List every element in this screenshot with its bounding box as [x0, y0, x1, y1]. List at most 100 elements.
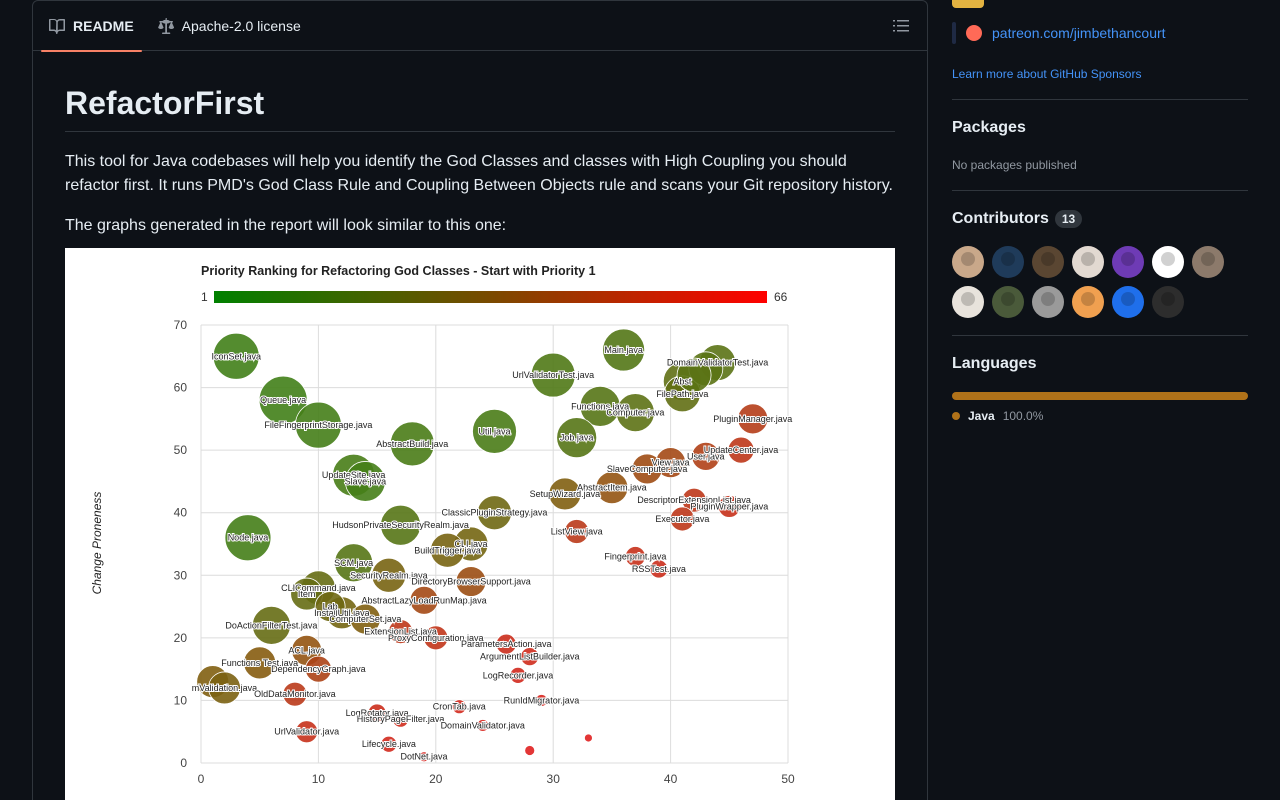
bubble-label: Node.java: [228, 533, 269, 543]
bubble-label: DomainValidator.java: [441, 720, 525, 730]
bubble-label: PluginWrapper.java: [690, 501, 768, 511]
packages-title: Packages: [952, 119, 1026, 136]
divider: [952, 335, 1248, 336]
packages-empty-text: No packages published: [952, 158, 1077, 172]
avatar-face: [1121, 292, 1135, 306]
bubble-label: Lab: [323, 602, 338, 612]
contributor-avatar[interactable]: [1152, 246, 1184, 278]
bubble-label: CLICommand.java: [281, 583, 356, 593]
bubble[interactable]: [524, 745, 536, 756]
x-tick-label: 20: [429, 772, 443, 786]
y-axis-label: Change Proneness: [90, 492, 104, 595]
bubble-label: Slave.java: [345, 476, 387, 486]
readme-title: RefactorFirst: [65, 83, 895, 132]
packages-heading[interactable]: Packages: [952, 119, 1026, 137]
bubble-label: Computer.java: [606, 408, 664, 418]
patreon-link[interactable]: patreon.com/jimbethancourt: [992, 25, 1166, 41]
contributors-avatars: [952, 246, 1248, 318]
bubble-label: DoActionFilterTest.java: [225, 620, 317, 630]
y-tick-label: 30: [174, 568, 188, 582]
bubble-label: UpdateCenter.java: [704, 445, 779, 455]
contributor-avatar[interactable]: [1112, 246, 1144, 278]
bubble-label: Main.java: [604, 345, 643, 355]
bubble-label: LogRecorder.java: [483, 670, 554, 680]
languages-heading: Languages: [952, 355, 1036, 373]
contributor-avatar[interactable]: [952, 246, 984, 278]
avatar-face: [961, 252, 975, 266]
bubble-label: mValidation.java: [192, 683, 257, 693]
bubble-label: Item: [298, 589, 316, 599]
colorbar-min-label: 1: [201, 290, 208, 304]
x-tick-label: 30: [547, 772, 561, 786]
patreon-icon: [966, 25, 982, 41]
language-item-java[interactable]: Java 100.0%: [952, 409, 1043, 423]
x-tick-label: 50: [781, 772, 795, 786]
contributors-title: Contributors: [952, 210, 1049, 227]
languages-title: Languages: [952, 355, 1037, 372]
outline-button[interactable]: [891, 16, 911, 36]
bubble-label: Abst: [673, 376, 692, 386]
bubble-circle: [524, 745, 536, 756]
readme-body: RefactorFirst This tool for Java codebas…: [33, 51, 927, 800]
bubble-label: DotNet.java: [401, 752, 448, 762]
page: README Apache-2.0 license RefactorFirst …: [0, 0, 1280, 800]
y-tick-label: 40: [174, 506, 188, 520]
tab-license[interactable]: Apache-2.0 license: [150, 1, 309, 51]
y-tick-label: 10: [174, 693, 188, 707]
x-tick-label: 0: [198, 772, 205, 786]
sponsor-badge: [952, 0, 984, 8]
contributor-avatar[interactable]: [992, 246, 1024, 278]
contributor-avatar[interactable]: [1072, 246, 1104, 278]
bubble-circle: [584, 733, 593, 743]
bubble-label: ListView.java: [551, 526, 603, 536]
contributor-avatar[interactable]: [992, 286, 1024, 318]
contributor-avatar[interactable]: [1112, 286, 1144, 318]
avatar-face: [1201, 252, 1215, 266]
avatar-face: [961, 292, 975, 306]
contributor-avatar[interactable]: [952, 286, 984, 318]
bubble-label: HistoryPageFilter.java: [357, 714, 445, 724]
bubble-label: ClassicPluginStrategy.java: [442, 508, 548, 518]
bubble-label: DomainValidatorTest.java: [667, 358, 768, 368]
chart-svg: Priority Ranking for Refactoring God Cla…: [90, 264, 795, 786]
tab-readme[interactable]: README: [41, 1, 142, 52]
sponsor-bar: [952, 22, 956, 44]
language-name: Java: [968, 409, 995, 423]
avatar-face: [1041, 252, 1055, 266]
bubble-label: UrlValidatorTest.java: [512, 370, 594, 380]
contributor-avatar[interactable]: [1032, 246, 1064, 278]
avatar-face: [1081, 292, 1095, 306]
bubbles: Queue.javaQueue.javaIconSet.javaIconSet.…: [191, 328, 793, 763]
avatar-face: [1001, 252, 1015, 266]
avatar-face: [1081, 252, 1095, 266]
bubble-label: ParametersAction.java: [461, 639, 552, 649]
y-tick-label: 70: [174, 318, 188, 332]
tab-readme-label: README: [73, 17, 134, 34]
bubble-label: UrlValidator.java: [274, 727, 339, 737]
bubble-label: FileFingerprintStorage.java: [264, 420, 372, 430]
priority-chart: Priority Ranking for Refactoring God Cla…: [65, 248, 895, 800]
bubble-label: SlaveComputer.java: [607, 464, 688, 474]
bubble-label: RSSTest.java: [632, 564, 686, 574]
chart-title: Priority Ranking for Refactoring God Cla…: [201, 264, 596, 278]
language-percent: 100.0%: [1002, 409, 1044, 423]
bubble-label: DirectoryBrowserSupport.java: [411, 577, 531, 587]
bubble-label: Lifecycle.java: [362, 739, 416, 749]
contributor-avatar[interactable]: [1072, 286, 1104, 318]
learn-more-sponsors-link[interactable]: Learn more about GitHub Sponsors: [952, 67, 1141, 81]
y-tick-label: 60: [174, 381, 188, 395]
bubble-label: OldDataMonitor.java: [254, 689, 336, 699]
readme-tabs: README Apache-2.0 license: [33, 1, 927, 52]
book-icon: [49, 18, 65, 34]
bubble-label: RunIdMigrator.java: [504, 695, 580, 705]
contributor-avatar[interactable]: [1152, 286, 1184, 318]
bubble[interactable]: [584, 733, 593, 743]
colorbar: [214, 291, 767, 303]
contributor-avatar[interactable]: [1032, 286, 1064, 318]
language-color-dot: [952, 412, 960, 420]
divider: [952, 190, 1248, 191]
bubble-label: DependencyGraph.java: [271, 664, 366, 674]
contributor-avatar[interactable]: [1192, 246, 1224, 278]
x-tick-label: 10: [312, 772, 326, 786]
contributors-heading[interactable]: Contributors 13: [952, 210, 1083, 228]
